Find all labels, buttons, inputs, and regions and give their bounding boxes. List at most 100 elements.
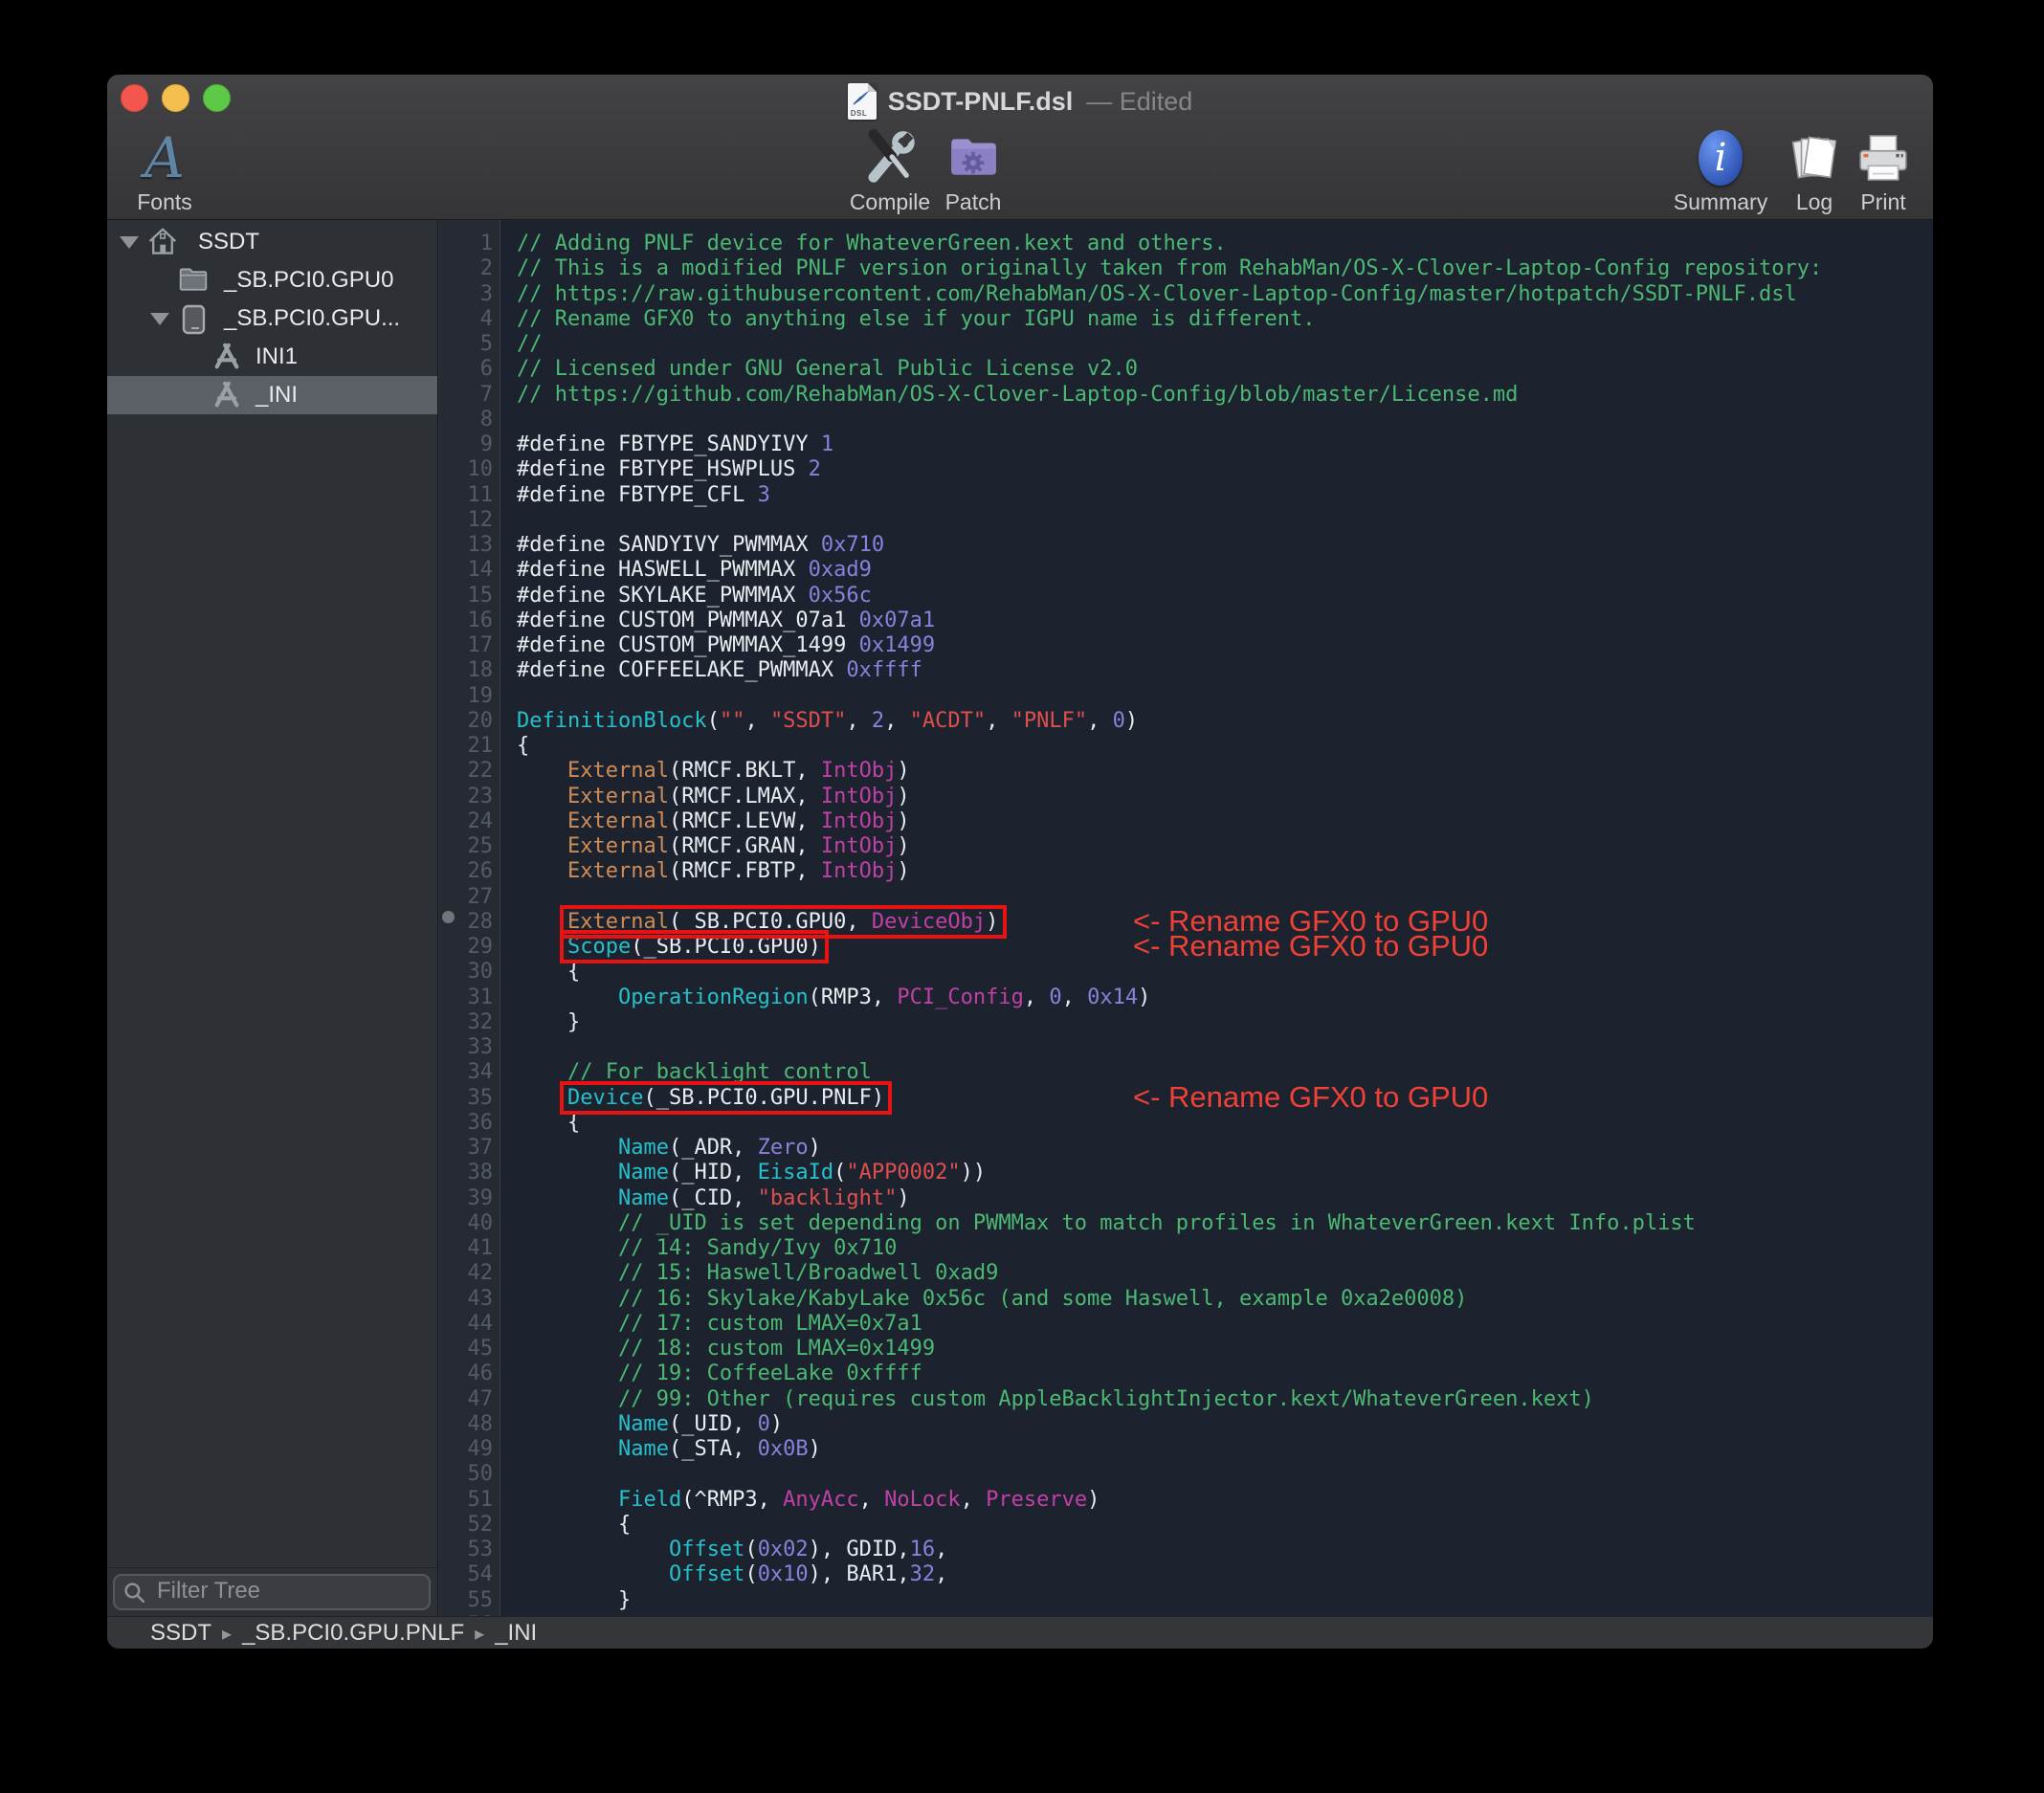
filter-tree-input[interactable] [113,1574,431,1610]
document-icon: DSL [847,83,877,120]
line-number: 46 [467,1361,494,1386]
code-line: { [517,960,581,985]
line-number: 55 [467,1587,494,1612]
code-line: Offset(0x02), GDID,16, [668,1538,948,1561]
search-icon [124,1583,145,1604]
line-number: 48 [467,1411,494,1436]
toolbar-item-print[interactable]: Print [1831,128,1933,220]
window-title: SSDT-PNLF.dsl [887,86,1074,116]
code-line: #define FBTYPE_CFL 3 [517,482,770,507]
code-line: Name(_STA, 0x0B) [617,1437,821,1461]
code-line: // https://raw.githubusercontent.com/Reh… [517,281,1797,306]
line-number: 31 [467,985,494,1009]
toolbar-label-fonts: Fonts [137,189,192,214]
code-line: // 15: Haswell/Broadwell 0xad9 [617,1261,999,1286]
tree-item-gpu-device[interactable]: _SB.PCI0.GPU... [107,299,437,338]
toolbar-item-summary[interactable]: i Summary [1663,128,1778,220]
content-area: SSDT _SB.PCI0.GPU0 _SB.PCI0.GPU... INI1 _INI… [107,220,1933,1637]
toolbar-item-fonts[interactable]: A Fonts [115,128,214,220]
line-number: 2 [479,256,493,281]
line-number: 13 [467,533,494,557]
summary-info-icon: i [1699,130,1743,186]
line-number: 22 [467,759,494,784]
line-number: 54 [467,1562,494,1587]
code-line: Name(_HID, EisaId("APP0002")) [617,1161,987,1185]
code-line: #define FBTYPE_HSWPLUS 2 [517,457,821,482]
tree-item-gpu0-folder[interactable]: _SB.PCI0.GPU0 [107,261,437,299]
line-number: 6 [479,357,493,382]
line-number: 41 [467,1236,494,1260]
toolbar-label-patch: Patch [944,189,1002,214]
code-editor[interactable]: // Adding PNLF device for WhateverGreen.… [500,220,1933,1616]
tree-item-ini1[interactable]: INI1 [107,338,437,376]
line-number: 20 [467,708,494,733]
splitter-handle[interactable] [442,911,455,923]
breadcrumb-item: _INI [495,1619,538,1646]
line-number: 42 [467,1261,494,1286]
tree-item-label: _SB.PCI0.GPU0 [224,267,394,293]
code-line: { [517,734,530,758]
line-number: 35 [467,1085,494,1110]
line-number: 14 [467,558,494,583]
tree-item-label: SSDT [198,229,260,255]
code-line: // 17: custom LMAX=0x7a1 [617,1311,922,1336]
disclosure-triangle-icon[interactable] [150,313,169,325]
code-line: // 99: Other (requires custom AppleBackl… [617,1386,1594,1411]
line-number: 52 [467,1512,494,1537]
code-line: // 14: Sandy/Ivy 0x710 [617,1236,898,1260]
code-line: // 19: CoffeeLake 0xffff [617,1361,922,1386]
tree-item-ssdt[interactable]: SSDT [107,223,437,261]
line-number: 8 [479,407,493,432]
line-number: 26 [467,859,494,884]
disclosure-triangle-icon[interactable] [120,236,139,249]
maciasl-window: DSL SSDT-PNLF.dsl — Edited A Fonts Compi… [107,75,1933,1649]
code-line: Name(_UID, 0) [617,1411,784,1436]
print-icon [1859,135,1907,181]
code-line: Name(_ADR, Zero) [617,1136,821,1160]
device-icon [182,304,206,335]
code-line: // https://github.com/RehabMan/OS-X-Clov… [517,382,1519,407]
line-number: 32 [467,1009,494,1034]
statusbar: SSDT ▸ _SB.PCI0.GPU.PNLF ▸ _INI [107,1616,1933,1649]
tree-item-label: _SB.PCI0.GPU... [224,305,401,331]
line-number: 4 [479,306,493,331]
code-line: #define HASWELL_PWMMAX 0xad9 [517,558,872,583]
patch-icon [951,139,996,175]
annotation-text: <- Rename GFX0 to GPU0 [1133,929,1489,963]
line-number: 38 [467,1161,494,1185]
code-line: DefinitionBlock("", "SSDT", 2, "ACDT", "… [517,708,1139,733]
window-title-edited: — Edited [1086,86,1193,116]
method-icon-wrap [211,342,242,372]
line-number: 24 [467,808,494,833]
tree-item-ini[interactable]: _INI [107,376,437,414]
code-line: #define SKYLAKE_PWMMAX 0x56c [517,583,872,608]
breadcrumb-separator-icon: ▸ [475,1623,485,1645]
device-icon-wrap [178,303,209,335]
line-number: 27 [467,884,494,909]
line-number: 40 [467,1210,494,1235]
folder-icon [179,268,208,291]
line-number: 15 [467,583,494,608]
line-number: 36 [467,1110,494,1135]
code-line: // This is a modified PNLF version origi… [517,256,1823,281]
line-number: 47 [467,1386,494,1411]
line-number: 44 [467,1311,494,1336]
code-line: External(RMCF.GRAN, IntObj) [567,834,910,858]
code-line: { [517,1110,581,1135]
code-line: // Licensed under GNU General Public Lic… [517,357,1139,382]
code-line: // 18: custom LMAX=0x1499 [617,1337,936,1361]
line-number: 16 [467,608,494,632]
breadcrumb-item: _SB.PCI0.GPU.PNLF [242,1619,465,1646]
code-line: } [517,1009,581,1034]
acpi-tree: SSDT _SB.PCI0.GPU0 _SB.PCI0.GPU... INI1 _INI [107,223,437,414]
home-icon-wrap [147,227,178,257]
code-line: // Adding PNLF device for WhateverGreen.… [517,232,1227,255]
toolbar-item-patch[interactable]: Patch [916,128,1031,220]
code-line: Name(_CID, "backlight") [617,1185,910,1210]
line-number: 1 [479,232,493,255]
line-number: 49 [467,1437,494,1461]
